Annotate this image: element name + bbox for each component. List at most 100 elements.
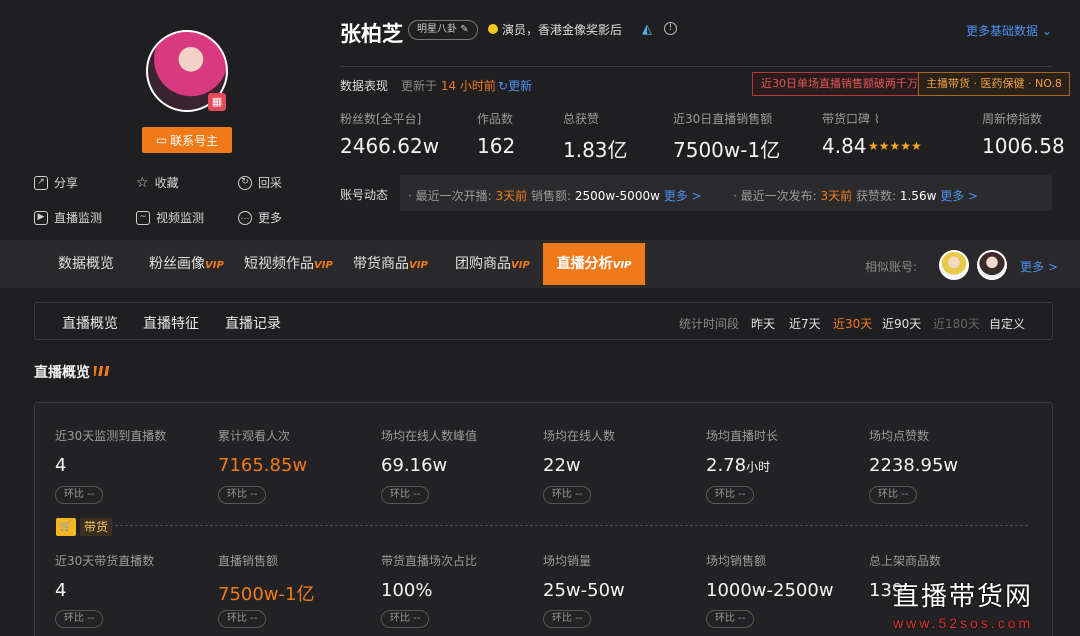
metric-value: 2238.95w [869, 455, 959, 476]
range-yesterday[interactable]: 昨天 [751, 315, 775, 332]
contact-owner-button[interactable]: ▭ 联系号主 [142, 127, 232, 153]
more-icon: … [238, 210, 252, 225]
metric-value: 7165.85w [218, 455, 308, 476]
qr-code-icon[interactable]: ▦ [208, 93, 226, 111]
tab-group-buy[interactable]: 团购商品VIP [455, 240, 530, 288]
stat-value: 2466.62w [340, 134, 440, 158]
metric-value: 69.16w [381, 455, 448, 476]
range-custom[interactable]: 自定义 [989, 315, 1025, 332]
favorite-button[interactable]: ☆ 收藏 [136, 174, 179, 191]
sales-record-badge: 近30日单场直播销售额破两千万 [752, 72, 927, 96]
metric-label: 带货直播场次占比 [381, 554, 478, 568]
recollect-button[interactable]: ↻ 回采 [238, 174, 282, 191]
metric-value: 22w [543, 455, 581, 476]
tab-live-analysis[interactable]: 直播分析VIP [543, 243, 645, 285]
compare-pill: 环比 -- [543, 486, 592, 504]
metric-value: 1000w-2500w [706, 580, 834, 601]
stat-value: 4.84 [822, 134, 867, 158]
stat-label: 近30日直播销售额 [673, 112, 773, 126]
section-mark-icon [94, 366, 110, 376]
video-monitor-icon: ~ [136, 210, 150, 225]
video-monitor-button[interactable]: ~ 视频监测 [136, 209, 204, 226]
chevron-circle-icon: ⌄ [1041, 24, 1052, 38]
range-7-days[interactable]: 近7天 [789, 315, 821, 332]
subtab-live-features[interactable]: 直播特征 [143, 313, 199, 333]
metric-label: 直播销售额 [218, 554, 279, 568]
metric-label: 场均销量 [543, 554, 592, 568]
dashed-divider [110, 525, 1028, 526]
star-icon: ☆ [136, 174, 149, 191]
refresh-icon: ↻ [238, 175, 252, 190]
verified-icon [488, 24, 498, 34]
metric-label: 近30天监测到直播数 [55, 429, 167, 443]
metric-label: 近30天带货直播数 [55, 554, 155, 568]
metric-label: 场均在线人数峰值 [381, 429, 478, 443]
rank-badge: 主播带货 · 医药保健 · NO.8 [918, 72, 1070, 96]
category-tag[interactable]: 明星八卦 ✎ [408, 20, 478, 40]
compare-pill: 环比 -- [218, 486, 267, 504]
refresh-icon: ↻ [498, 79, 509, 93]
more-data-link[interactable]: 更多基础数据 ⌄ [966, 22, 1052, 39]
compare-pill: 环比 -- [869, 486, 918, 504]
more-post-link[interactable]: 更多 > [940, 189, 978, 203]
account-dynamics-label: 账号动态 [340, 188, 389, 202]
section-title: 直播概览 [34, 365, 90, 381]
updated-time: 更新于 14 小时前 [401, 79, 496, 93]
similar-account-avatar[interactable] [977, 250, 1007, 280]
share-button[interactable]: ↗ 分享 [34, 174, 78, 191]
divider [340, 66, 1052, 67]
more-similar-link[interactable]: 更多 > [1020, 258, 1058, 275]
similar-accounts-label: 相似账号: [865, 260, 918, 274]
rating-stars: ★★★★★ [868, 139, 922, 153]
subtab-live-records[interactable]: 直播记录 [225, 313, 281, 333]
stat-label: 总获赞 [563, 112, 600, 126]
stat-value: 1006.58 [982, 134, 1065, 158]
compare-pill: 环比 -- [381, 486, 430, 504]
tab-fan-profile[interactable]: 粉丝画像VIP [149, 240, 224, 288]
compare-pill: 环比 -- [381, 610, 430, 628]
compare-pill: 环比 -- [543, 610, 592, 628]
platform-icon: ◭ [642, 22, 652, 37]
stat-value: 1.83亿 [563, 138, 628, 162]
info-icon[interactable]: ! [664, 22, 677, 35]
stat-value: 162 [477, 134, 516, 158]
metric-value: 25w-50w [543, 580, 625, 601]
metric-label: 场均点赞数 [869, 429, 930, 443]
metric-label: 总上架商品数 [869, 554, 942, 568]
more-actions-button[interactable]: … 更多 [238, 209, 282, 226]
metric-label: 累计观看人次 [218, 429, 291, 443]
range-90-days[interactable]: 近90天 [882, 315, 921, 332]
metric-label: 场均在线人数 [543, 429, 616, 443]
metric-value: 4 [55, 580, 67, 601]
more-live-link[interactable]: 更多 > [664, 189, 702, 203]
range-30-days[interactable]: 近30天 [833, 315, 872, 332]
refresh-link[interactable]: ↻更新 [498, 77, 532, 94]
share-icon: ↗ [34, 175, 48, 190]
stat-label: 周新榜指数 [982, 112, 1043, 126]
edit-icon: ✎ [460, 24, 469, 35]
live-monitor-icon: ▶ [34, 210, 48, 225]
tab-short-videos[interactable]: 短视频作品VIP [244, 240, 333, 288]
account-description: 演员，香港金像奖影后 [502, 23, 623, 37]
similar-account-avatar[interactable] [939, 250, 969, 280]
range-180-days[interactable]: 近180天 [933, 315, 980, 332]
metric-value: 4 [55, 455, 67, 476]
compare-pill: 环比 -- [55, 610, 104, 628]
stat-label: 作品数 [477, 112, 514, 126]
metric-value: 100% [381, 580, 433, 601]
metric-label: 场均销售额 [706, 554, 767, 568]
subtab-live-overview[interactable]: 直播概览 [62, 313, 118, 333]
site-watermark: 直播带货网 www.52sos.com [893, 582, 1034, 631]
compare-pill: 环比 -- [706, 610, 755, 628]
metric-value: 7500w-1亿 [218, 584, 315, 605]
carry-goods-label: 带货 [80, 518, 113, 536]
stat-label: 粉丝数[全平台] [340, 112, 422, 126]
stat-label: 带货口碑 ⌇ [822, 112, 880, 126]
tab-data-overview[interactable]: 数据概览 [58, 240, 114, 288]
live-monitor-button[interactable]: ▶ 直播监测 [34, 209, 102, 226]
chart-icon: ⌇ [873, 112, 880, 126]
compare-pill: 环比 -- [218, 610, 267, 628]
metric-value: 2.78小时 [706, 455, 771, 476]
tab-products[interactable]: 带货商品VIP [353, 240, 428, 288]
cart-icon: 🛒 [56, 518, 76, 536]
